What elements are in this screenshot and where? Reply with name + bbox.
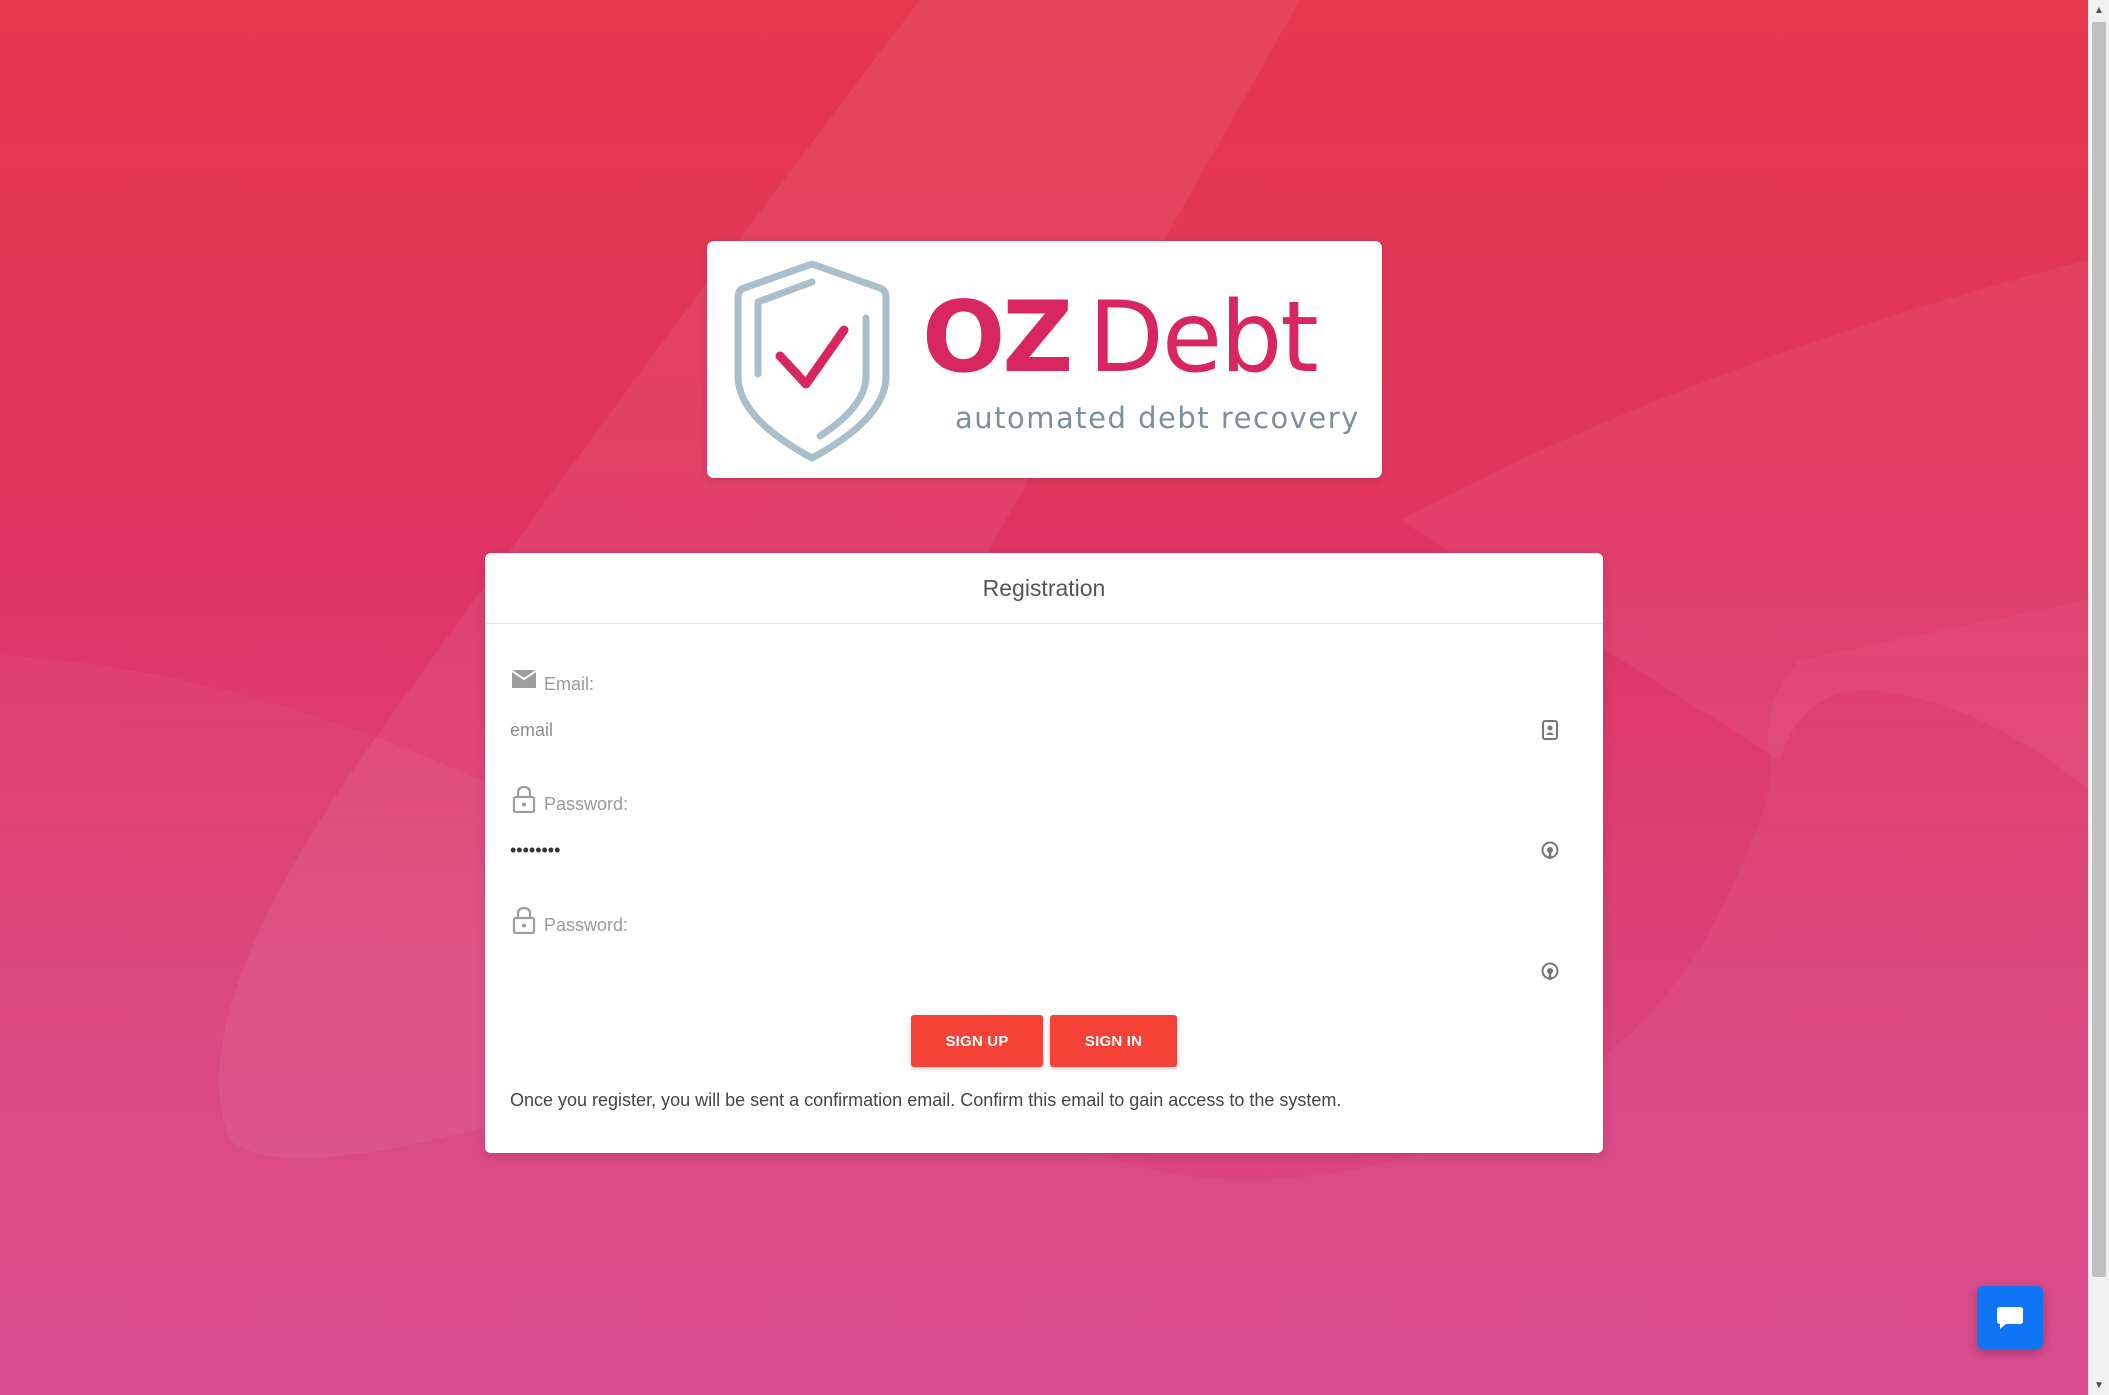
scroll-thumb[interactable]	[2092, 22, 2106, 1277]
password-manager-icon[interactable]	[1540, 960, 1560, 982]
brand-debt: Debt	[1088, 281, 1318, 395]
password-label: Password:	[544, 794, 629, 814]
contact-card-icon[interactable]	[1540, 719, 1560, 741]
envelope-icon	[511, 670, 537, 688]
confirm-password-label-row: Password:	[510, 906, 629, 935]
sign-up-button[interactable]: SIGN UP	[911, 1015, 1043, 1067]
confirm-password-label: Password:	[544, 915, 629, 935]
brand-tagline: automated debt recovery	[955, 401, 1360, 435]
scroll-up-arrow-icon[interactable]: ▲	[2089, 0, 2109, 20]
logo-card: OZ Debt automated debt recovery	[707, 241, 1382, 478]
brand-oz: OZ	[922, 281, 1073, 395]
chat-bubble-icon	[1997, 1306, 2023, 1329]
vertical-scrollbar[interactable]: ▲ ▼	[2088, 0, 2109, 1395]
action-buttons: SIGN UP SIGN IN	[485, 1015, 1603, 1067]
password-label-row: Password:	[510, 785, 629, 814]
email-input[interactable]	[510, 713, 1550, 747]
chat-button[interactable]	[1977, 1286, 2043, 1349]
password-input[interactable]	[510, 833, 1550, 867]
brand-name: OZ Debt	[922, 281, 1319, 395]
shield-check-icon	[734, 260, 890, 462]
confirmation-info-text: Once you register, you will be sent a co…	[510, 1090, 1342, 1110]
password-manager-icon[interactable]	[1540, 839, 1560, 861]
registration-card: Registration Email: email Password: Pass…	[485, 553, 1603, 1153]
sign-in-button[interactable]: SIGN IN	[1050, 1015, 1177, 1067]
scroll-down-arrow-icon[interactable]: ▼	[2089, 1375, 2109, 1395]
registration-title: Registration	[485, 553, 1603, 624]
page-root: OZ Debt automated debt recovery Registra…	[0, 0, 2109, 1395]
email-label-row: Email:	[510, 665, 595, 694]
email-label: Email:	[544, 674, 595, 694]
lock-icon	[512, 785, 536, 813]
lock-icon	[512, 906, 536, 934]
confirm-password-input[interactable]	[510, 954, 1550, 988]
